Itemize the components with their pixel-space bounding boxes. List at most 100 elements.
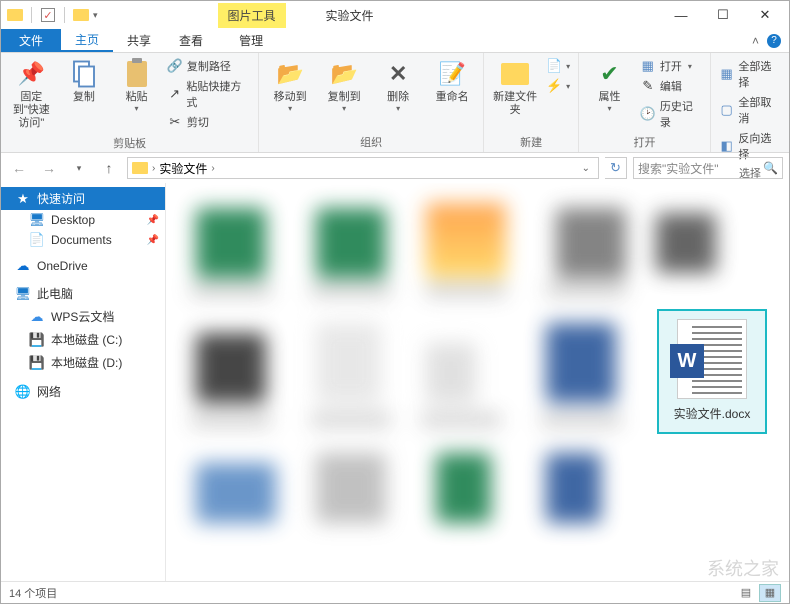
status-bar: 14 个项目 ▤ ▦ (1, 581, 789, 603)
nav-this-pc[interactable]: 🖥此电脑 (1, 282, 165, 305)
new-folder-qat-button[interactable] (71, 5, 91, 25)
group-label-clipboard: 剪贴板 (7, 133, 252, 153)
contextual-tab-label: 图片工具 (218, 3, 286, 28)
group-open: ✔ 属性▾ ▦打开▾ ✎编辑 🕑历史记录 打开 (579, 53, 711, 152)
delete-button[interactable]: ✕ 删除▾ (373, 57, 423, 115)
tab-manage[interactable]: 管理 (225, 29, 277, 52)
pc-icon: 🖥 (15, 287, 31, 301)
nav-wps[interactable]: ☁WPS云文档 (1, 305, 165, 328)
select-none-button[interactable]: ▢全部取消 (717, 93, 783, 127)
new-folder-icon (500, 59, 530, 89)
history-icon: 🕑 (640, 106, 656, 122)
easy-access-button[interactable]: ⚡▾ (544, 77, 572, 95)
file-list-pane[interactable]: W 实验文件.docx (166, 183, 789, 581)
properties-qat-button[interactable]: ✓ (38, 5, 58, 25)
desktop-icon: 🖥 (29, 213, 45, 227)
copy-icon (69, 59, 99, 89)
group-new: 新建文件夹 📄▾ ⚡▾ 新建 (484, 53, 579, 152)
qat-dropdown-icon[interactable]: ▾ (93, 10, 98, 21)
ribbon-tabs: 文件 主页 共享 查看 管理 ˄ ? (1, 29, 789, 53)
address-dropdown-icon[interactable]: ⌄ (578, 163, 594, 174)
folder-icon (132, 162, 148, 174)
properties-button[interactable]: ✔ 属性▾ (585, 57, 634, 115)
recent-locations-button[interactable]: ▾ (67, 156, 91, 180)
tab-share[interactable]: 共享 (113, 29, 165, 52)
tab-file[interactable]: 文件 (1, 29, 61, 52)
address-bar[interactable]: › 实验文件 › ⌄ (127, 157, 599, 179)
tab-view[interactable]: 查看 (165, 29, 217, 52)
selectnone-icon: ▢ (719, 102, 735, 118)
search-input[interactable]: 搜索"实验文件" 🔍 (633, 157, 783, 179)
edit-button[interactable]: ✎编辑 (638, 77, 704, 95)
chevron-right-icon[interactable]: › (211, 163, 214, 174)
onedrive-icon: ☁ (15, 259, 31, 273)
nav-desktop[interactable]: 🖥Desktop📌 (1, 210, 165, 230)
up-button[interactable]: ↑ (97, 156, 121, 180)
scissors-icon: ✂ (167, 114, 183, 130)
nav-disk-d[interactable]: 💾本地磁盘 (D:) (1, 351, 165, 374)
rename-icon: 📝 (437, 59, 467, 89)
close-button[interactable]: ✕ (745, 3, 785, 27)
nav-documents[interactable]: 📄Documents📌 (1, 230, 165, 250)
breadcrumb-item[interactable]: 实验文件 (159, 160, 207, 177)
copy-button[interactable]: 复制 (60, 57, 109, 106)
folder-icon[interactable] (5, 5, 25, 25)
search-icon: 🔍 (763, 161, 778, 175)
nav-onedrive[interactable]: ☁OneDrive (1, 256, 165, 276)
open-button[interactable]: ▦打开▾ (638, 57, 704, 75)
chevron-right-icon[interactable]: › (152, 163, 155, 174)
group-clipboard: 📌 固定到"快速访问" 复制 粘贴 ▾ 🔗复制路径 ↗粘贴快捷方式 ✂剪切 剪贴… (1, 53, 259, 152)
edit-icon: ✎ (640, 78, 656, 94)
back-button[interactable]: ← (7, 156, 31, 180)
paste-shortcut-button[interactable]: ↗粘贴快捷方式 (165, 77, 252, 111)
file-item-selected[interactable]: W 实验文件.docx (657, 309, 767, 434)
group-label-open: 打开 (585, 132, 704, 152)
disk-icon: 💾 (29, 356, 45, 370)
new-item-button[interactable]: 📄▾ (544, 57, 572, 75)
tab-home[interactable]: 主页 (61, 29, 113, 52)
disk-icon: 💾 (29, 333, 45, 347)
icons-view-button[interactable]: ▦ (759, 584, 781, 602)
help-icon[interactable]: ? (767, 34, 781, 48)
minimize-button[interactable]: — (661, 3, 701, 27)
select-all-button[interactable]: ▦全部选择 (717, 57, 783, 91)
newitem-icon: 📄 (546, 58, 562, 74)
group-organize: 📂 移动到▾ 📂 复制到▾ ✕ 删除▾ 📝 重命名 组织 (259, 53, 484, 152)
move-to-button[interactable]: 📂 移动到▾ (265, 57, 315, 115)
delete-icon: ✕ (383, 59, 413, 89)
minimize-ribbon-icon[interactable]: ˄ (752, 34, 759, 48)
cut-button[interactable]: ✂剪切 (165, 113, 252, 131)
nav-quick-access[interactable]: ★快速访问 (1, 187, 165, 210)
cloud-icon: ☁ (29, 310, 45, 324)
copy-to-button[interactable]: 📂 复制到▾ (319, 57, 369, 115)
nav-network[interactable]: 🌐网络 (1, 380, 165, 403)
pin-to-quickaccess-button[interactable]: 📌 固定到"快速访问" (7, 57, 56, 133)
ribbon: 📌 固定到"快速访问" 复制 粘贴 ▾ 🔗复制路径 ↗粘贴快捷方式 ✂剪切 剪贴… (1, 53, 789, 153)
address-bar-row: ← → ▾ ↑ › 实验文件 › ⌄ ↻ 搜索"实验文件" 🔍 (1, 153, 789, 183)
history-button[interactable]: 🕑历史记录 (638, 97, 704, 131)
copy-path-button[interactable]: 🔗复制路径 (165, 57, 252, 75)
invert-icon: ◧ (719, 138, 735, 154)
refresh-button[interactable]: ↻ (605, 157, 627, 179)
file-name-label: 实验文件.docx (674, 405, 751, 422)
copyto-icon: 📂 (329, 59, 359, 89)
nav-disk-c[interactable]: 💾本地磁盘 (C:) (1, 328, 165, 351)
properties-icon: ✔ (595, 59, 625, 89)
group-label-organize: 组织 (265, 132, 477, 152)
paste-button[interactable]: 粘贴 ▾ (112, 57, 161, 115)
maximize-button[interactable]: ☐ (703, 3, 743, 27)
forward-button[interactable]: → (37, 156, 61, 180)
group-label-new: 新建 (490, 132, 572, 152)
open-icon: ▦ (640, 58, 656, 74)
path-icon: 🔗 (167, 58, 183, 74)
details-view-button[interactable]: ▤ (735, 584, 757, 602)
word-document-icon: W (677, 319, 747, 399)
pin-icon: 📌 (147, 235, 159, 246)
new-folder-button[interactable]: 新建文件夹 (490, 57, 540, 119)
rename-button[interactable]: 📝 重命名 (427, 57, 477, 106)
shortcut-icon: ↗ (167, 86, 182, 102)
star-icon: ★ (15, 192, 31, 206)
group-select: ▦全部选择 ▢全部取消 ◧反向选择 选择 (711, 53, 789, 152)
quick-access-toolbar: ✓ ▾ (5, 5, 98, 25)
navigation-pane: ★快速访问 🖥Desktop📌 📄Documents📌 ☁OneDrive 🖥此… (1, 183, 166, 581)
